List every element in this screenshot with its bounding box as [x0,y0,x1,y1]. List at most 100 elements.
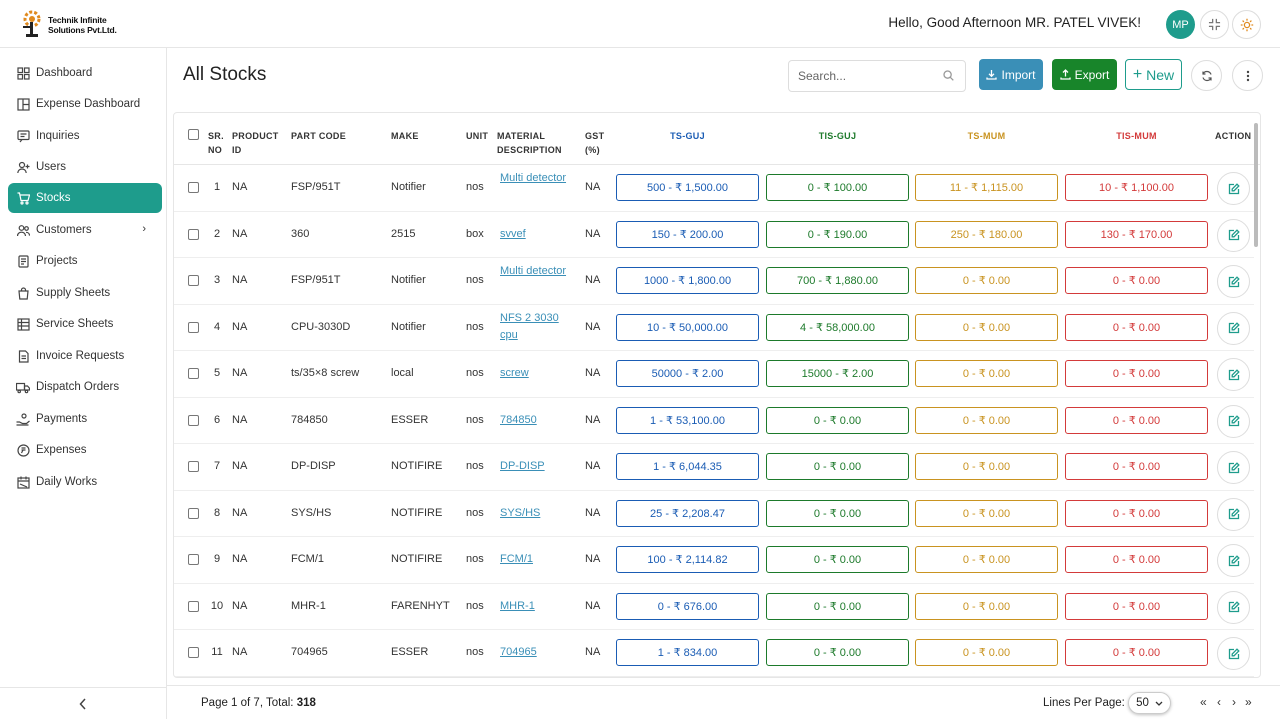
avatar[interactable]: MP [1166,10,1195,39]
material-link[interactable]: MHR-1 [500,600,535,612]
tis-mum-stock[interactable]: 0 - ₹ 0.00 [1065,406,1208,434]
edit-button[interactable] [1217,172,1250,205]
tis-mum-stock[interactable]: 0 - ₹ 0.00 [1065,267,1208,294]
edit-button[interactable] [1217,358,1250,391]
material-link[interactable]: Multi detector [500,172,566,184]
export-button[interactable]: Export [1052,59,1117,90]
edit-button[interactable] [1217,311,1250,345]
tis-guj-stock[interactable]: 0 - ₹ 0.00 [766,592,909,620]
tis-mum-stock[interactable]: 0 - ₹ 0.00 [1065,499,1208,527]
row-checkbox[interactable] [188,368,199,379]
edit-button[interactable] [1217,265,1250,298]
last-page-button[interactable]: » [1245,695,1252,709]
new-button[interactable]: + New [1125,59,1182,90]
ts-guj-stock[interactable]: 10 - ₹ 50,000.00 [616,313,759,341]
ts-mum-stock[interactable]: 0 - ₹ 0.00 [915,406,1058,434]
tis-mum-stock[interactable]: 0 - ₹ 0.00 [1065,639,1208,666]
company-logo[interactable]: Technik Infinite Solutions Pvt.Ltd. [20,8,130,40]
ts-mum-stock[interactable]: 250 - ₹ 180.00 [915,220,1058,248]
ts-guj-stock[interactable]: 25 - ₹ 2,208.47 [616,499,759,527]
tis-guj-stock[interactable]: 0 - ₹ 190.00 [766,220,909,248]
ts-guj-stock[interactable]: 1 - ₹ 53,100.00 [616,406,759,434]
ts-mum-stock[interactable]: 11 - ₹ 1,115.00 [915,174,1058,201]
edit-button[interactable] [1217,404,1250,438]
tis-mum-stock[interactable]: 0 - ₹ 0.00 [1065,592,1208,620]
row-checkbox[interactable] [188,461,199,472]
material-link[interactable]: FCM/1 [500,553,533,565]
tis-guj-stock[interactable]: 0 - ₹ 0.00 [766,639,909,666]
ts-guj-stock[interactable]: 150 - ₹ 200.00 [616,220,759,248]
ts-mum-stock[interactable]: 0 - ₹ 0.00 [915,639,1058,666]
ts-mum-stock[interactable]: 0 - ₹ 0.00 [915,313,1058,341]
row-checkbox[interactable] [188,182,199,193]
select-all-checkbox[interactable] [188,129,199,140]
sidebar-item-service-sheets[interactable]: Service Sheets [8,309,162,339]
more-options-button[interactable] [1232,60,1263,91]
row-checkbox[interactable] [188,228,199,240]
material-link[interactable]: 784850 [500,414,537,426]
lines-per-page-select[interactable]: 50 [1128,692,1171,714]
material-link[interactable]: screw [500,367,529,379]
tis-guj-stock[interactable]: 0 - ₹ 0.00 [766,546,909,573]
tis-mum-stock[interactable]: 0 - ₹ 0.00 [1065,546,1208,573]
ts-guj-stock[interactable]: 0 - ₹ 676.00 [616,592,759,620]
ts-guj-stock[interactable]: 50000 - ₹ 2.00 [616,360,759,387]
tis-mum-stock[interactable]: 10 - ₹ 1,100.00 [1065,174,1208,201]
tis-mum-stock[interactable]: 0 - ₹ 0.00 [1065,313,1208,341]
edit-button[interactable] [1217,590,1250,624]
material-link[interactable]: Multi detector [500,265,566,277]
material-link[interactable]: NFS 2 3030 cpu [500,312,559,341]
ts-guj-stock[interactable]: 1 - ₹ 6,044.35 [616,453,759,480]
tis-mum-stock[interactable]: 0 - ₹ 0.00 [1065,453,1208,480]
material-link[interactable]: 704965 [500,646,537,658]
ts-guj-stock[interactable]: 500 - ₹ 1,500.00 [616,174,759,201]
ts-mum-stock[interactable]: 0 - ₹ 0.00 [915,499,1058,527]
sidebar-item-expenses[interactable]: Expenses [8,435,162,465]
edit-button[interactable] [1217,451,1250,484]
tis-guj-stock[interactable]: 4 - ₹ 58,000.00 [766,313,909,341]
sidebar-item-supply-sheets[interactable]: Supply Sheets [8,278,162,308]
sidebar-item-projects[interactable]: Projects [8,246,162,276]
fullscreen-exit-button[interactable] [1200,10,1229,39]
row-checkbox[interactable] [188,600,199,612]
search-input[interactable] [788,60,966,92]
tis-guj-stock[interactable]: 0 - ₹ 0.00 [766,499,909,527]
sidebar-item-inquiries[interactable]: Inquiries [8,121,162,151]
sidebar-collapse-button[interactable] [0,687,166,719]
ts-mum-stock[interactable]: 0 - ₹ 0.00 [915,546,1058,573]
tis-mum-stock[interactable]: 130 - ₹ 170.00 [1065,220,1208,248]
ts-mum-stock[interactable]: 0 - ₹ 0.00 [915,453,1058,480]
row-checkbox[interactable] [188,321,199,333]
previous-page-button[interactable]: ‹ [1217,695,1221,709]
ts-mum-stock[interactable]: 0 - ₹ 0.00 [915,592,1058,620]
refresh-button[interactable] [1191,60,1222,91]
row-checkbox[interactable] [188,647,199,658]
import-button[interactable]: Import [979,59,1043,90]
ts-mum-stock[interactable]: 0 - ₹ 0.00 [915,360,1058,387]
edit-button[interactable] [1217,218,1250,252]
edit-button[interactable] [1217,637,1250,670]
edit-button[interactable] [1217,544,1250,577]
ts-guj-stock[interactable]: 100 - ₹ 2,114.82 [616,546,759,573]
tis-guj-stock[interactable]: 0 - ₹ 100.00 [766,174,909,201]
material-link[interactable]: SYS/HS [500,507,540,519]
tis-guj-stock[interactable]: 15000 - ₹ 2.00 [766,360,909,387]
tis-guj-stock[interactable]: 700 - ₹ 1,880.00 [766,267,909,294]
sidebar-item-payments[interactable]: Payments [8,404,162,434]
edit-button[interactable] [1217,497,1250,531]
tis-guj-stock[interactable]: 0 - ₹ 0.00 [766,453,909,480]
material-link[interactable]: DP-DISP [500,460,545,472]
tis-mum-stock[interactable]: 0 - ₹ 0.00 [1065,360,1208,387]
sidebar-item-stocks[interactable]: Stocks [8,183,162,213]
sidebar-item-invoice-requests[interactable]: Invoice Requests [8,341,162,371]
sidebar-item-dispatch-orders[interactable]: Dispatch Orders [8,372,162,402]
ts-guj-stock[interactable]: 1000 - ₹ 1,800.00 [616,267,759,294]
ts-mum-stock[interactable]: 0 - ₹ 0.00 [915,267,1058,294]
row-checkbox[interactable] [188,507,199,519]
material-link[interactable]: svvef [500,228,526,240]
row-checkbox[interactable] [188,275,199,286]
sidebar-item-dashboard[interactable]: Dashboard [8,58,162,88]
theme-toggle-button[interactable] [1232,10,1261,39]
row-checkbox[interactable] [188,414,199,426]
sidebar-item-expense-dashboard[interactable]: Expense Dashboard [8,89,162,119]
